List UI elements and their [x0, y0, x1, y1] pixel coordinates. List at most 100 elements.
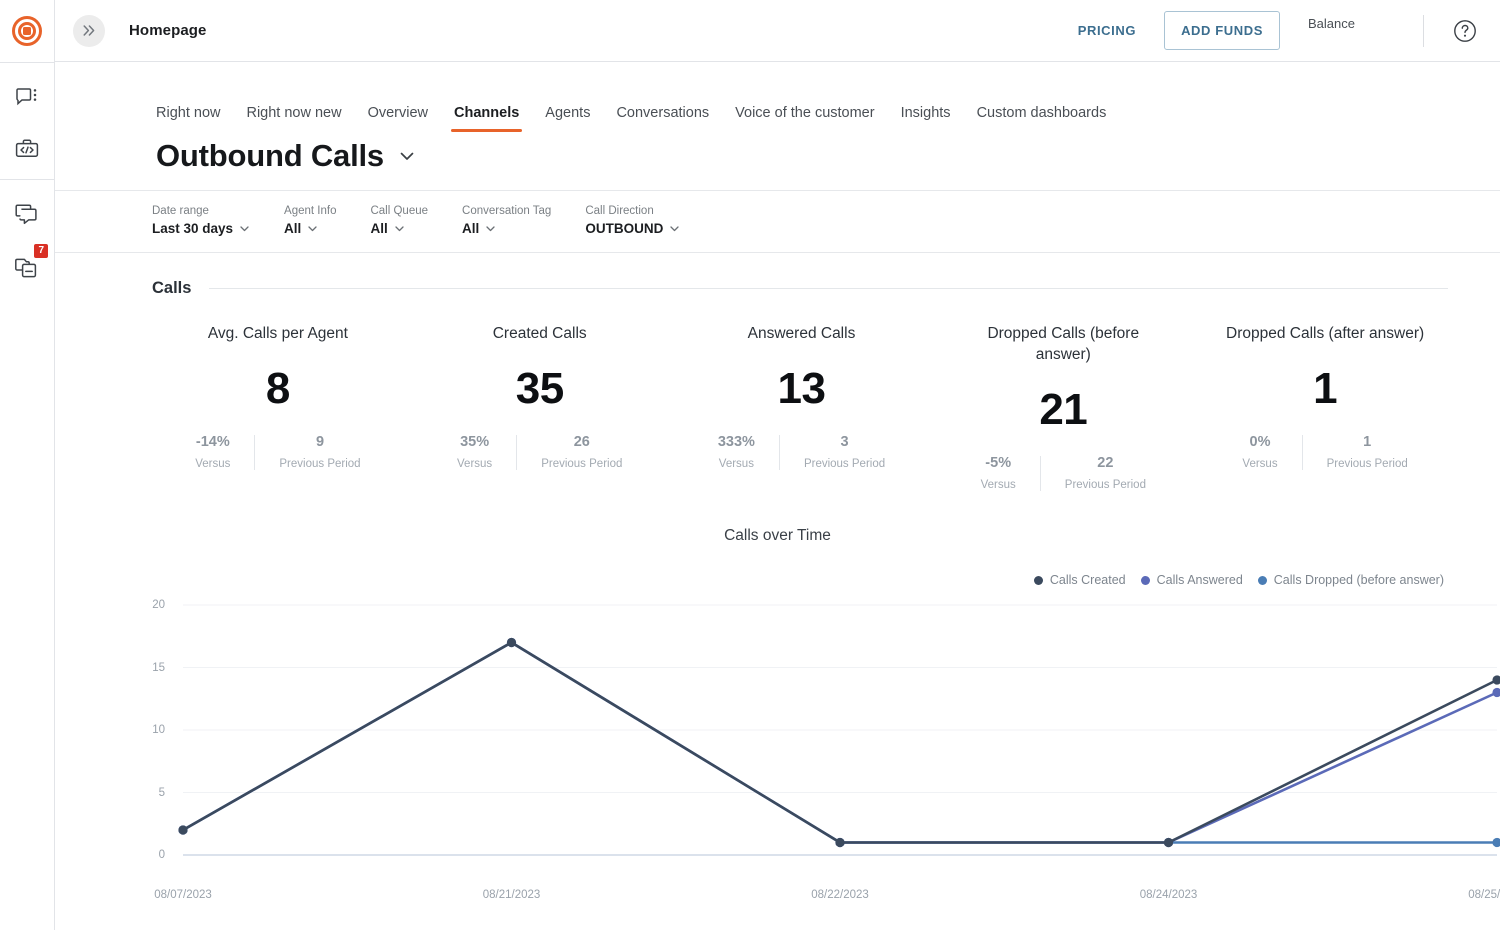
legend-label: Calls Dropped (before answer) — [1273, 573, 1444, 588]
top-bar: Homepage PRICING ADD FUNDS Balance — [55, 0, 1500, 62]
double-chevron-right-icon — [82, 25, 94, 36]
kpi-value: 35 — [515, 363, 564, 413]
chart-x-tick: 08/24/2023 — [1139, 889, 1198, 902]
legend-label: Calls Answered — [1156, 573, 1243, 588]
chevron-down-icon — [239, 223, 250, 234]
help-button[interactable] — [1452, 18, 1478, 44]
question-circle-icon — [1454, 19, 1476, 42]
legend-item-calls-answered[interactable]: Calls Answered — [1140, 573, 1243, 588]
chart-y-tick: 20 — [152, 599, 165, 612]
rail-item-conversations[interactable] — [10, 200, 44, 230]
tab-agents[interactable]: Agents — [532, 105, 603, 132]
kpi-footer: -14% Versus 9 Previous Period — [171, 435, 384, 471]
tab-right-now-new[interactable]: Right now new — [233, 105, 354, 132]
kpi-row: Avg. Calls per Agent 8 -14% Versus 9 Pre… — [55, 298, 1500, 492]
chart-x-tick: 08/22/2023 — [811, 889, 869, 902]
filter-conversation-tag-label: Conversation Tag — [462, 205, 552, 217]
legend-dot-icon — [1257, 575, 1267, 585]
kpi-previous-cell: 26 Previous Period — [516, 435, 646, 471]
filter-call-queue-label: Call Queue — [370, 205, 429, 217]
tab-custom-dashboards[interactable]: Custom dashboards — [964, 105, 1120, 132]
legend-dot-icon — [1033, 575, 1043, 585]
tab-voice-of-the-customer[interactable]: Voice of the customer — [722, 105, 887, 132]
add-funds-button[interactable]: ADD FUNDS — [1164, 11, 1281, 50]
rail-item-chat[interactable] — [10, 83, 44, 113]
kpi-footer: 333% Versus 3 Previous Period — [694, 435, 909, 471]
documents-badge: 7 — [34, 244, 48, 258]
chart-x-tick: 08/21/2023 — [482, 889, 541, 902]
chart-canvas — [178, 604, 1500, 857]
filter-call-direction[interactable]: Call Direction OUTBOUND — [585, 205, 714, 236]
tab-overview[interactable]: Overview — [355, 105, 441, 132]
kpi-title: Answered Calls — [747, 325, 856, 342]
chart-plot-area: 0 5 10 15 20 — [107, 597, 1500, 879]
kpi-title: Created Calls — [492, 325, 587, 342]
filter-agent-info-value: All — [284, 221, 302, 236]
rail-item-documents[interactable]: 7 — [10, 244, 48, 282]
tab-right-now[interactable]: Right now — [156, 105, 233, 132]
kpi-title: Dropped Calls (before answer) — [987, 325, 1140, 363]
chart-x-tick: 08/25/2023 — [1468, 889, 1500, 902]
legend-item-calls-created[interactable]: Calls Created — [1033, 573, 1126, 588]
brand-logo[interactable] — [0, 0, 55, 62]
balance-label: Balance — [1308, 16, 1355, 31]
pricing-button[interactable]: PRICING — [1066, 15, 1148, 46]
chart-data-point[interactable] — [506, 638, 517, 648]
filter-agent-info-label: Agent Info — [284, 205, 337, 217]
document-minus-icon — [15, 258, 37, 277]
chart-data-point[interactable] — [1492, 838, 1500, 848]
legend-label: Calls Created — [1049, 573, 1126, 588]
left-rail: 7 — [0, 0, 55, 930]
kpi-previous-cell: 1 Previous Period — [1301, 435, 1432, 471]
kpi-title: Dropped Calls (after answer) — [1226, 325, 1425, 342]
chart-y-tick: 10 — [152, 724, 165, 737]
target-logo-icon — [12, 16, 42, 46]
page-title: Outbound Calls — [156, 138, 384, 173]
kpi-previous-cell: 22 Previous Period — [1039, 454, 1170, 492]
top-bar-actions: PRICING ADD FUNDS Balance — [1066, 11, 1478, 50]
filter-call-queue-value-row: All — [370, 221, 428, 236]
filter-conversation-tag[interactable]: Conversation Tag All — [462, 205, 585, 236]
chevron-down-icon — [394, 223, 405, 234]
chart-y-tick: 5 — [158, 786, 165, 799]
kpi-delta: 0% — [1249, 433, 1271, 450]
chart-title: Calls over Time — [724, 527, 831, 545]
legend-item-calls-dropped[interactable]: Calls Dropped (before answer) — [1257, 573, 1444, 588]
chart-legend: Calls Created Calls Answered Calls Dropp… — [107, 573, 1448, 587]
chart-data-point[interactable] — [1492, 675, 1500, 685]
kpi-footer: 35% Versus 26 Previous Period — [433, 435, 646, 471]
chart-data-point[interactable] — [178, 825, 188, 835]
calls-over-time-chart: Calls over Time Calls Created Calls Answ… — [55, 491, 1500, 909]
kpi-delta: 35% — [460, 433, 490, 450]
kpi-value: 13 — [777, 363, 826, 413]
kpi-previous-sub: Previous Period — [541, 458, 623, 471]
tab-channels[interactable]: Channels — [441, 105, 532, 132]
kpi-delta-sub: Versus — [457, 458, 493, 471]
filter-date-range-value: Last 30 days — [152, 221, 234, 236]
kpi-value: 8 — [265, 363, 290, 413]
kpi-answered-calls: Answered Calls 13 333% Versus 3 Previous… — [671, 324, 933, 491]
chart-line-calls-dropped-before-answer — [181, 641, 1499, 845]
filter-date-range[interactable]: Date range Last 30 days — [152, 205, 284, 236]
kpi-previous: 22 — [1097, 454, 1114, 471]
filter-agent-info[interactable]: Agent Info All — [284, 205, 370, 236]
header-divider — [1423, 14, 1424, 47]
chart-data-point[interactable] — [1492, 688, 1500, 698]
kpi-delta-sub: Versus — [980, 479, 1016, 492]
filter-call-queue[interactable]: Call Queue All — [370, 205, 462, 236]
nav-tabs: Right now Right now new Overview Channel… — [55, 62, 1500, 132]
chart-data-point[interactable] — [1163, 838, 1174, 848]
chart-y-tick: 0 — [158, 849, 165, 862]
filter-date-range-value-row: Last 30 days — [152, 221, 250, 236]
kpi-delta: -5% — [985, 454, 1012, 471]
chevron-down-icon — [485, 223, 496, 234]
chart-data-point[interactable] — [835, 838, 845, 848]
page-title-dropdown-button[interactable] — [396, 145, 418, 167]
kpi-title: Avg. Calls per Agent — [207, 325, 348, 342]
tab-insights[interactable]: Insights — [888, 105, 964, 132]
kpi-delta: -14% — [195, 433, 230, 450]
kpi-previous-cell: 3 Previous Period — [778, 435, 909, 471]
rail-item-developer[interactable] — [10, 135, 44, 165]
sidebar-collapse-button[interactable] — [73, 14, 105, 47]
tab-conversations[interactable]: Conversations — [603, 105, 722, 132]
